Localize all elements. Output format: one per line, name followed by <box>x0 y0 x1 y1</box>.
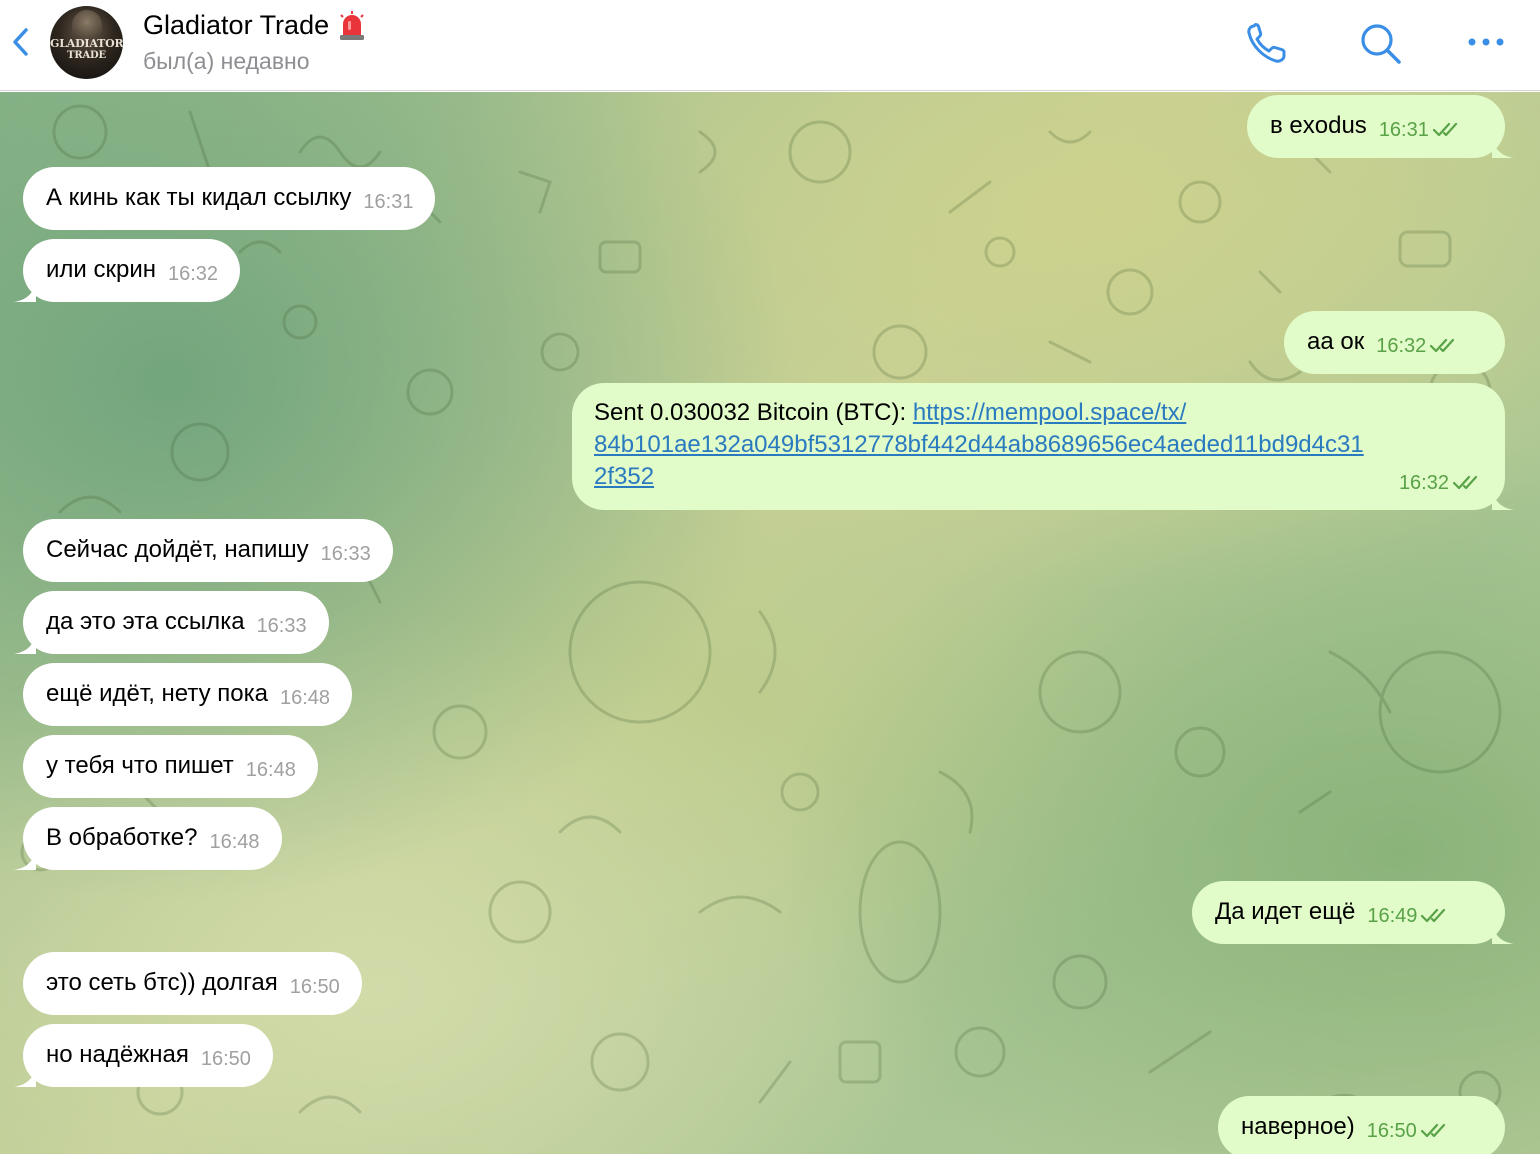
double-check-icon <box>1432 122 1457 137</box>
message-bubble-outgoing[interactable]: наверное) 16:50 <box>1218 1096 1505 1154</box>
avatar-logo-line1: GLADIATOR <box>50 37 123 50</box>
message-bubble-incoming[interactable]: или скрин 16:32 <box>14 239 241 302</box>
chat-header: GLADIATOR TRADE Gladiator Trade был(а) н… <box>0 0 1540 91</box>
bubble-tail <box>14 280 36 302</box>
message-text: в exodus <box>1270 112 1367 139</box>
bubble-tail <box>1492 922 1514 944</box>
message-time: 16:32 <box>1398 472 1449 494</box>
message-time: 16:48 <box>280 687 331 709</box>
phone-icon <box>1247 23 1286 63</box>
chat-title[interactable]: Gladiator Trade <box>143 10 365 41</box>
message-bubble-outgoing[interactable]: Да идет ещё 16:49 <box>1192 881 1514 944</box>
more-dots-icon <box>1468 38 1504 46</box>
bubble-tail <box>14 1065 36 1087</box>
message-bubble-incoming[interactable]: да это эта ссылка 16:33 <box>14 591 329 654</box>
message-text: наверное) <box>1241 1113 1355 1140</box>
message-text: да это эта ссылка <box>46 608 245 635</box>
siren-icon <box>340 10 365 40</box>
message-text: это сеть бтс)) долгая <box>46 969 278 996</box>
tx-link[interactable]: https://mempool.space/tx/ <box>913 399 1186 426</box>
message-time: 16:31 <box>363 191 414 213</box>
double-check-icon <box>1453 475 1478 490</box>
chevron-left-icon <box>13 28 28 56</box>
message-time: 16:50 <box>200 1048 251 1070</box>
message-time: 16:49 <box>1367 905 1418 927</box>
double-check-icon <box>1421 908 1446 923</box>
bubble-tail <box>1492 488 1514 510</box>
message-bubble-incoming[interactable]: Сейчас дойдёт, напишу 16:33 <box>23 519 393 582</box>
message-time: 16:32 <box>1376 335 1427 357</box>
message-text: Сейчас дойдёт, напишу <box>46 536 309 563</box>
more-button[interactable] <box>1464 20 1512 66</box>
message-bubble-incoming[interactable]: ещё идёт, нету пока 16:48 <box>23 663 353 726</box>
back-button[interactable] <box>6 22 36 62</box>
message-time: 16:48 <box>209 831 260 853</box>
message-text: А кинь как ты кидал ссылку <box>46 184 352 211</box>
message-bubble-incoming[interactable]: это сеть бтс)) долгая 16:50 <box>23 952 362 1015</box>
bubble-tail <box>14 848 36 870</box>
bubble-tail <box>1492 136 1514 158</box>
message-bubble-outgoing[interactable]: в exodus 16:31 <box>1247 95 1514 158</box>
bubble-tail <box>14 632 36 654</box>
message-text: В обработке? <box>46 824 198 851</box>
message-text: аа ок <box>1307 328 1365 355</box>
avatar-logo-line2: TRADE <box>67 50 106 61</box>
search-button[interactable] <box>1357 20 1405 66</box>
message-text: Sent 0.030032 Bitcoin (BTC): https://mem… <box>594 397 1483 429</box>
message-meta: 16:32 <box>1387 463 1483 496</box>
message-time: 16:50 <box>1366 1120 1417 1142</box>
message-bubble-incoming[interactable]: А кинь как ты кидал ссылку 16:31 <box>23 167 436 230</box>
message-time: 16:50 <box>289 976 340 998</box>
message-bubble-incoming[interactable]: В обработке? 16:48 <box>14 807 282 870</box>
message-time: 16:32 <box>168 263 219 285</box>
message-text: ещё идёт, нету пока <box>46 680 268 707</box>
tx-link-hash-end[interactable]: 2f352 <box>594 461 654 493</box>
message-time: 16:31 <box>1378 119 1429 141</box>
message-footer: 2f352 16:32 <box>594 461 1483 496</box>
tx-link-hash[interactable]: 84b101ae132a049bf5312778bf442d44ab868965… <box>594 429 1483 461</box>
double-check-icon <box>1420 1123 1445 1138</box>
message-time: 16:33 <box>320 543 371 565</box>
chat-title-text: Gladiator Trade <box>143 10 330 40</box>
message-text: у тебя что пишет <box>46 752 234 779</box>
message-text: но надёжная <box>46 1041 189 1068</box>
message-text-prefix: Sent 0.030032 Bitcoin (BTC): <box>594 399 913 426</box>
message-time: 16:33 <box>256 615 307 637</box>
double-check-icon <box>1430 338 1455 353</box>
call-button[interactable] <box>1244 20 1292 66</box>
message-bubble-outgoing-link[interactable]: Sent 0.030032 Bitcoin (BTC): https://mem… <box>572 383 1514 510</box>
message-time: 16:48 <box>245 759 296 781</box>
chat-status: был(а) недавно <box>143 48 310 74</box>
chat-area[interactable]: в exodus 16:31 А кинь как ты кидал ссылку… <box>0 92 1540 1154</box>
message-bubble-incoming[interactable]: у тебя что пишет 16:48 <box>23 735 318 798</box>
message-text: или скрин <box>46 256 156 283</box>
gladiator-helmet-icon <box>72 10 102 40</box>
search-icon <box>1361 24 1401 64</box>
message-bubble-outgoing[interactable]: аа ок 16:32 <box>1284 311 1505 374</box>
message-bubble-incoming[interactable]: но надёжная 16:50 <box>14 1024 273 1087</box>
avatar[interactable]: GLADIATOR TRADE <box>50 6 123 79</box>
message-text: Да идет ещё <box>1215 898 1356 925</box>
